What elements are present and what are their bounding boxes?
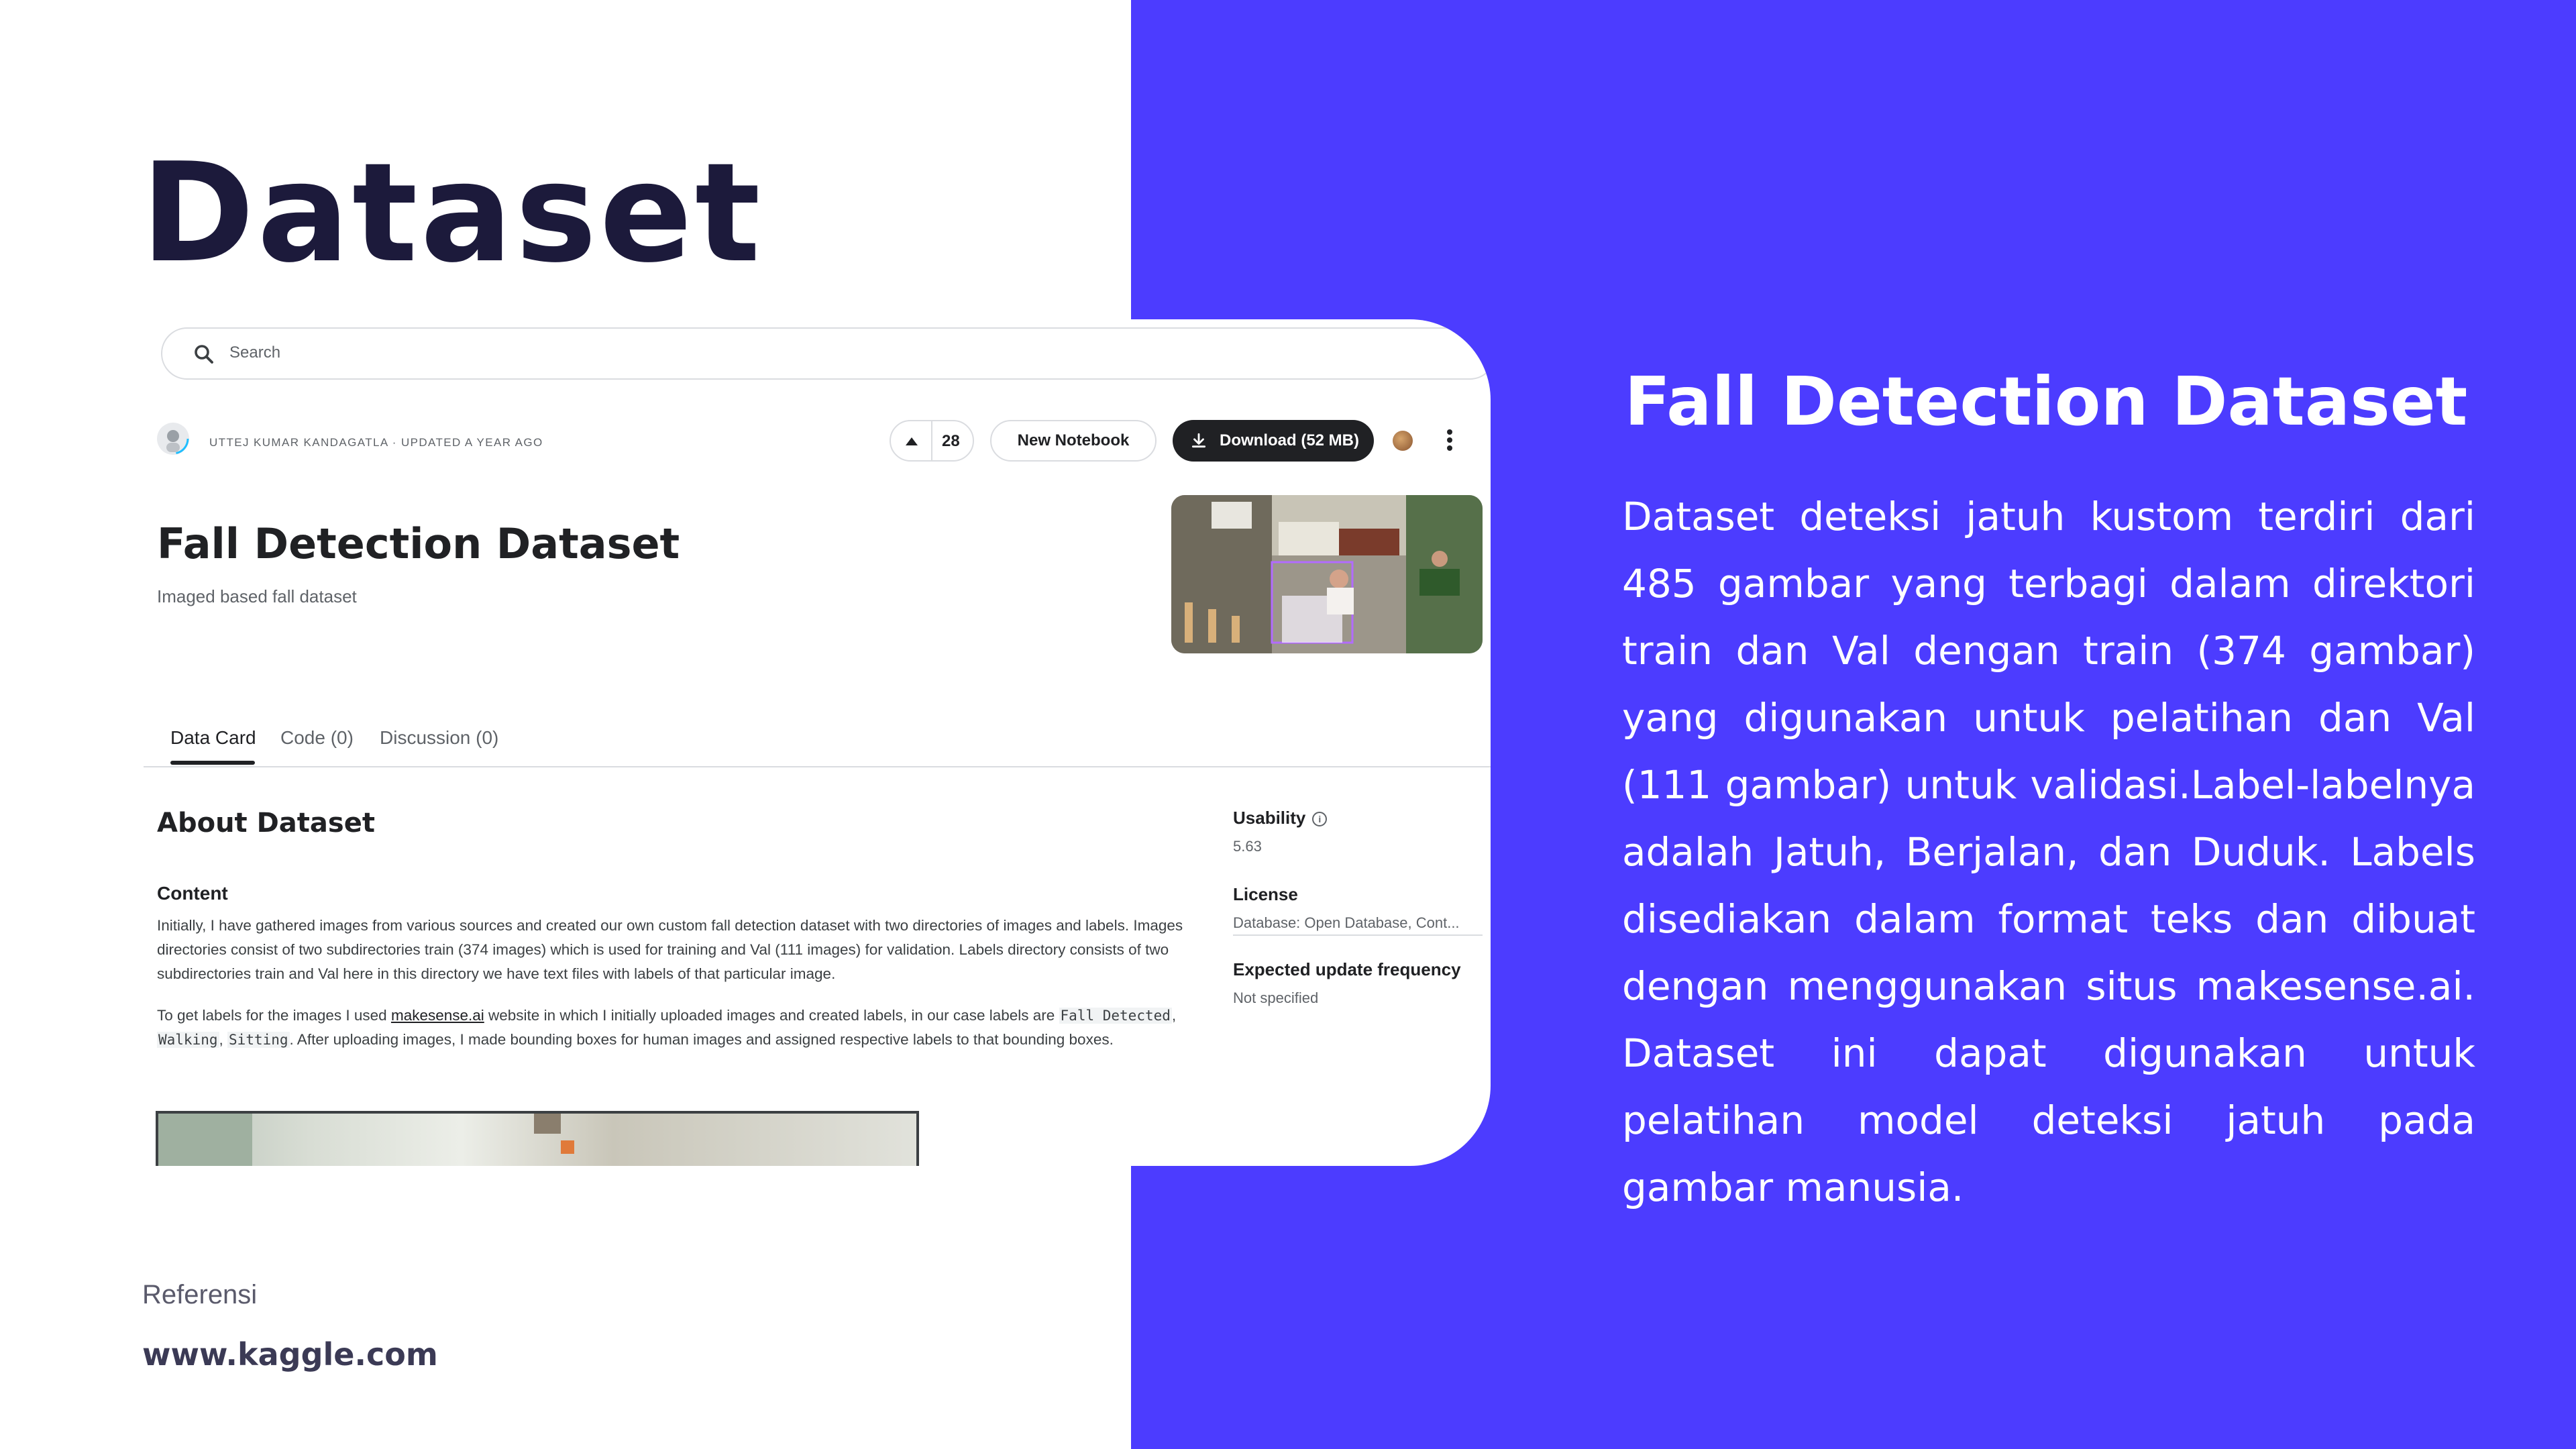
dataset-subtitle: Imaged based fall dataset [157, 586, 357, 606]
license-label: License [1233, 884, 1298, 904]
new-notebook-button[interactable]: New Notebook [990, 420, 1157, 462]
tab-code[interactable]: Code (0) [280, 727, 354, 749]
tab-discussion[interactable]: Discussion (0) [380, 727, 498, 749]
author-line[interactable]: UTTEJ KUMAR KANDAGATLA · UPDATED A YEAR … [209, 436, 543, 449]
usability-section: Usability i 5.63 [1233, 808, 1328, 855]
makesense-link[interactable]: makesense.ai [391, 1007, 484, 1024]
update-frequency-section: Expected update frequency Not specified [1233, 959, 1461, 1007]
usability-label: Usability [1233, 808, 1306, 828]
download-label: Download (52 MB) [1220, 431, 1359, 449]
download-icon [1191, 433, 1206, 448]
download-button[interactable]: Download (52 MB) [1173, 420, 1374, 462]
reference-url[interactable]: www.kaggle.com [142, 1336, 438, 1373]
license-section: License Database: Open Database, Cont... [1233, 884, 1483, 936]
description-paragraph-2: To get labels for the images I used make… [157, 1007, 1177, 1048]
content-heading: Content [157, 883, 228, 904]
right-description: Dataset deteksi jatuh kustom terdiri dar… [1622, 494, 2475, 1210]
slide-title: Dataset [141, 134, 763, 293]
medal-icon [1393, 431, 1413, 451]
dataset-thumbnail [1171, 495, 1483, 653]
usability-value: 5.63 [1233, 838, 1262, 855]
active-tab-indicator [170, 761, 255, 765]
info-icon[interactable]: i [1312, 812, 1328, 826]
upvote-arrow-icon [906, 437, 918, 445]
vote-count: 28 [942, 432, 960, 450]
tabs-divider [144, 766, 1491, 767]
right-title: Fall Detection Dataset [1624, 362, 2468, 441]
about-heading: About Dataset [157, 808, 375, 839]
license-value[interactable]: Database: Open Database, Cont... [1233, 914, 1483, 936]
avatar[interactable] [157, 423, 189, 455]
search-bar[interactable]: Search [161, 327, 1491, 380]
tab-data-card[interactable]: Data Card [170, 727, 256, 749]
divider [931, 421, 932, 460]
update-frequency-value: Not specified [1233, 989, 1319, 1006]
description-paragraph-1: Initially, I have gathered images from v… [157, 917, 1183, 982]
more-options-icon[interactable] [1446, 429, 1453, 452]
kaggle-screenshot-card: Search UTTEJ KUMAR KANDAGATLA · UPDATED … [0, 319, 1491, 1166]
reference-label: Referensi [142, 1280, 258, 1309]
label-code-sitting: Sitting [227, 1032, 290, 1048]
search-placeholder: Search [229, 343, 281, 362]
update-frequency-label: Expected update frequency [1233, 959, 1461, 979]
search-icon [195, 345, 213, 364]
label-code-walking: Walking [157, 1032, 219, 1048]
dataset-title: Fall Detection Dataset [157, 519, 680, 568]
dataset-preview-image [156, 1111, 919, 1166]
label-code-fall: Fall Detected [1059, 1008, 1172, 1024]
upvote-button[interactable]: 28 [890, 420, 974, 462]
